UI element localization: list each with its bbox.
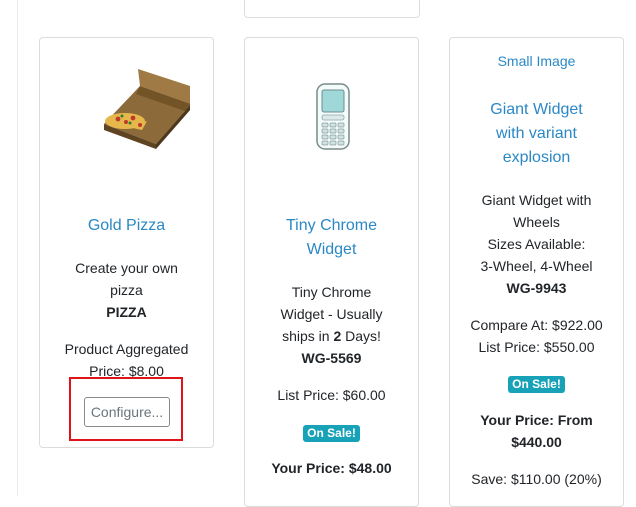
product-description-line: Wheels <box>513 214 560 230</box>
small-image-link[interactable]: Small Image <box>450 51 623 71</box>
aggregated-price-line: Product Aggregated <box>64 341 189 357</box>
product-name-link[interactable]: Giant Widget <box>450 98 623 122</box>
product-description-line: Giant Widget with <box>481 192 592 208</box>
compare-at-price: Compare At: $922.00 <box>470 317 603 333</box>
product-card-giant-widget: Small Image Giant Widget with variant ex… <box>449 37 624 507</box>
product-description-line: Sizes Available: <box>487 236 586 252</box>
list-price: List Price: $60.00 <box>277 387 386 403</box>
your-price: Your Price: From <box>480 412 593 428</box>
product-description-line: Widget - Usually <box>280 306 383 322</box>
shipping-prefix: ships in <box>282 328 334 344</box>
list-price: List Price: $550.00 <box>478 339 595 355</box>
product-description-line: Tiny Chrome <box>291 284 372 300</box>
sale-badge: On Sale! <box>303 425 360 442</box>
highlight-box <box>69 377 183 441</box>
pizza-box-icon[interactable] <box>70 64 191 154</box>
sale-badge: On Sale! <box>508 376 565 393</box>
product-card-tiny-chrome-widget: Tiny Chrome Widget Tiny Chrome Widget - … <box>244 37 419 507</box>
shipping-suffix: Days! <box>341 328 381 344</box>
product-sku: PIZZA <box>106 304 147 320</box>
sale-badge-wrap: On Sale! <box>450 375 623 393</box>
your-price: Your Price: $48.00 <box>271 460 392 476</box>
product-name-link[interactable]: Gold Pizza <box>40 214 213 238</box>
savings: Save: $110.00 (20%) <box>471 471 602 487</box>
product-description-line: pizza <box>110 282 143 298</box>
product-sku: WG-9943 <box>506 280 567 296</box>
page-divider <box>17 0 18 496</box>
previous-row-card <box>244 0 420 18</box>
product-sku: WG-5569 <box>301 350 362 366</box>
product-description-line: Create your own <box>75 260 178 276</box>
product-name-link[interactable]: Tiny Chrome <box>245 214 418 238</box>
product-name-link[interactable]: explosion <box>450 146 623 170</box>
product-name-link[interactable]: Widget <box>245 238 418 262</box>
product-name-link[interactable]: with variant <box>450 122 623 146</box>
phone-icon[interactable] <box>313 82 353 152</box>
your-price: $440.00 <box>511 434 562 450</box>
product-description-line: 3-Wheel, 4-Wheel <box>480 258 593 274</box>
shipping-info: ships in 2 Days! <box>245 325 418 347</box>
sale-badge-wrap: On Sale! <box>245 424 418 442</box>
